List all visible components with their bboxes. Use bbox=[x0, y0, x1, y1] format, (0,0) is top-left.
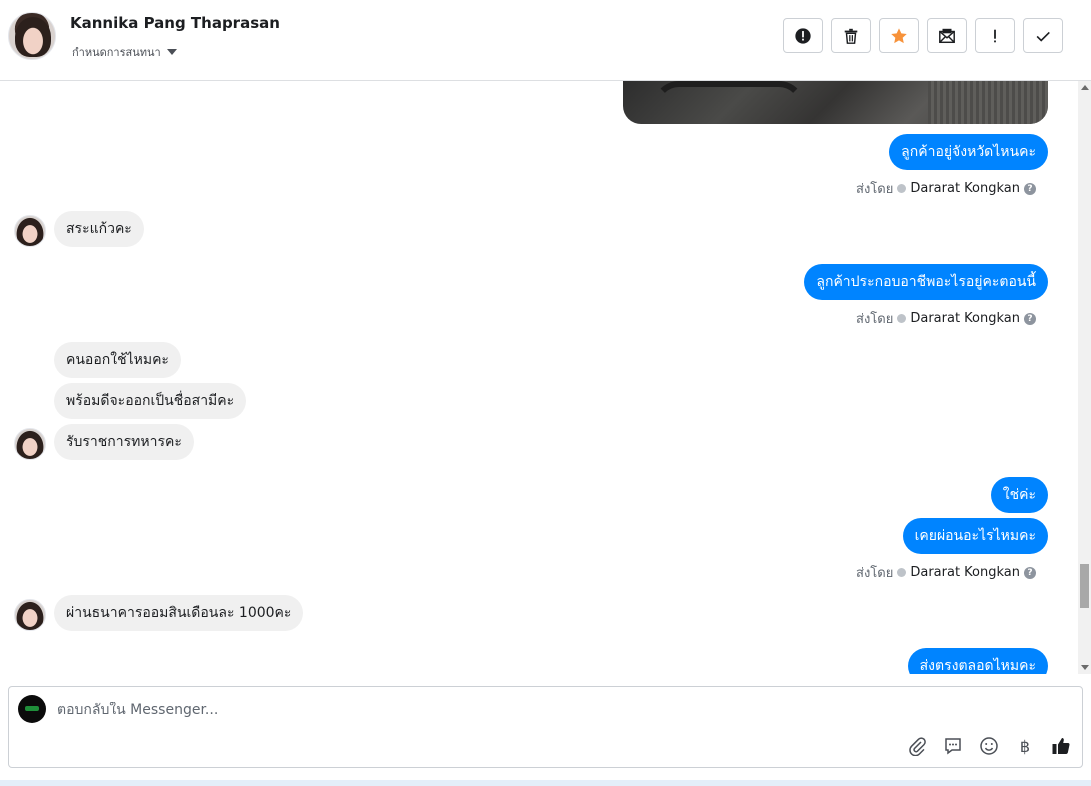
mark-unread-button[interactable] bbox=[927, 18, 967, 53]
thumbs-up-icon bbox=[1052, 738, 1070, 754]
like-button[interactable] bbox=[1050, 735, 1072, 757]
thread-scrollbar[interactable] bbox=[1078, 81, 1091, 674]
help-icon[interactable]: ? bbox=[1024, 312, 1036, 325]
report-spam-button[interactable] bbox=[783, 18, 823, 53]
smiley-icon bbox=[980, 737, 998, 755]
outgoing-message[interactable]: เคยผ่อนอะไรไหมคะ bbox=[902, 518, 1048, 554]
composer-tools: ฿ bbox=[906, 735, 1072, 757]
sent-by-label: ส่งโดย Dararat Kongkan ? bbox=[856, 178, 1036, 199]
assign-label: กำหนดการสนทนา bbox=[72, 46, 161, 59]
incoming-message[interactable]: รับราชการทหารคะ bbox=[54, 424, 194, 460]
scroll-up-arrow-icon[interactable] bbox=[1081, 85, 1089, 90]
message-thread[interactable]: ลูกค้าอยู่จังหวัดไหนคะ ส่งโดย Dararat Ko… bbox=[0, 81, 1078, 674]
conversation-header: Kannika Pang Thaprasan กำหนดการสนทนา bbox=[0, 0, 1091, 81]
contact-name[interactable]: Kannika Pang Thaprasan bbox=[70, 14, 280, 32]
incoming-message[interactable]: สระแก้วคะ bbox=[54, 211, 144, 247]
sent-by-agent[interactable]: Dararat Kongkan bbox=[910, 181, 1020, 196]
payment-button[interactable]: ฿ bbox=[1014, 735, 1036, 757]
exclamation-icon bbox=[994, 29, 996, 42]
follow-up-button[interactable] bbox=[975, 18, 1015, 53]
delete-button[interactable] bbox=[831, 18, 871, 53]
reply-input[interactable] bbox=[57, 702, 957, 718]
scroll-down-arrow-icon[interactable] bbox=[1081, 665, 1089, 670]
trash-icon bbox=[844, 28, 858, 44]
contact-avatar-small[interactable] bbox=[14, 215, 46, 247]
chat-bubble-icon bbox=[945, 738, 961, 755]
outgoing-message[interactable]: ใช่ค่ะ bbox=[990, 477, 1048, 513]
sent-by-agent[interactable]: Dararat Kongkan bbox=[910, 311, 1020, 326]
assign-conversation-dropdown[interactable]: กำหนดการสนทนา bbox=[72, 43, 177, 61]
verified-dot-icon bbox=[897, 568, 907, 577]
shared-photo[interactable] bbox=[623, 81, 1048, 124]
emoji-button[interactable] bbox=[978, 735, 1000, 757]
bottom-bar bbox=[0, 780, 1091, 786]
star-icon bbox=[891, 27, 907, 43]
help-icon[interactable]: ? bbox=[1024, 566, 1036, 579]
outgoing-message[interactable]: ส่งตรงตลอดไหมคะ bbox=[907, 648, 1048, 674]
mark-done-button[interactable] bbox=[1023, 18, 1063, 53]
sent-by-label: ส่งโดย Dararat Kongkan ? bbox=[856, 308, 1036, 329]
envelope-icon bbox=[939, 28, 955, 43]
scrollbar-thumb[interactable] bbox=[1080, 564, 1089, 608]
verified-dot-icon bbox=[897, 314, 907, 323]
sent-by-prefix: ส่งโดย bbox=[856, 182, 894, 197]
paperclip-icon bbox=[909, 737, 926, 756]
reply-composer: ฿ bbox=[8, 686, 1083, 768]
alert-circle-icon bbox=[795, 27, 811, 44]
star-button[interactable] bbox=[879, 18, 919, 53]
sent-by-label: ส่งโดย Dararat Kongkan ? bbox=[856, 562, 1036, 583]
contact-avatar-small[interactable] bbox=[14, 599, 46, 631]
conversation-toolbar bbox=[783, 18, 1063, 53]
sent-by-prefix: ส่งโดย bbox=[856, 566, 894, 581]
incoming-message[interactable]: คนออกใช้ไหมคะ bbox=[54, 342, 181, 378]
verified-dot-icon bbox=[897, 184, 907, 193]
page-avatar bbox=[18, 695, 46, 723]
check-icon bbox=[1036, 31, 1050, 42]
saved-replies-button[interactable] bbox=[942, 735, 964, 757]
incoming-message[interactable]: พร้อมดีจะออกเป็นชื่อสามีคะ bbox=[54, 383, 247, 419]
caret-down-icon bbox=[166, 49, 177, 55]
contact-avatar[interactable] bbox=[8, 12, 56, 60]
attach-button[interactable] bbox=[906, 735, 928, 757]
outgoing-message[interactable]: ลูกค้าประกอบอาชีพอะไรอยู่คะตอนนี้ bbox=[804, 264, 1048, 300]
outgoing-message[interactable]: ลูกค้าอยู่จังหวัดไหนคะ bbox=[889, 134, 1048, 170]
contact-avatar-small[interactable] bbox=[14, 428, 46, 460]
incoming-message[interactable]: ผ่านธนาคารออมสินเดือนละ 1000คะ bbox=[54, 595, 304, 631]
baht-icon: ฿ bbox=[1019, 736, 1031, 756]
sent-by-prefix: ส่งโดย bbox=[856, 312, 894, 327]
sent-by-agent[interactable]: Dararat Kongkan bbox=[910, 565, 1020, 580]
help-icon[interactable]: ? bbox=[1024, 182, 1036, 195]
